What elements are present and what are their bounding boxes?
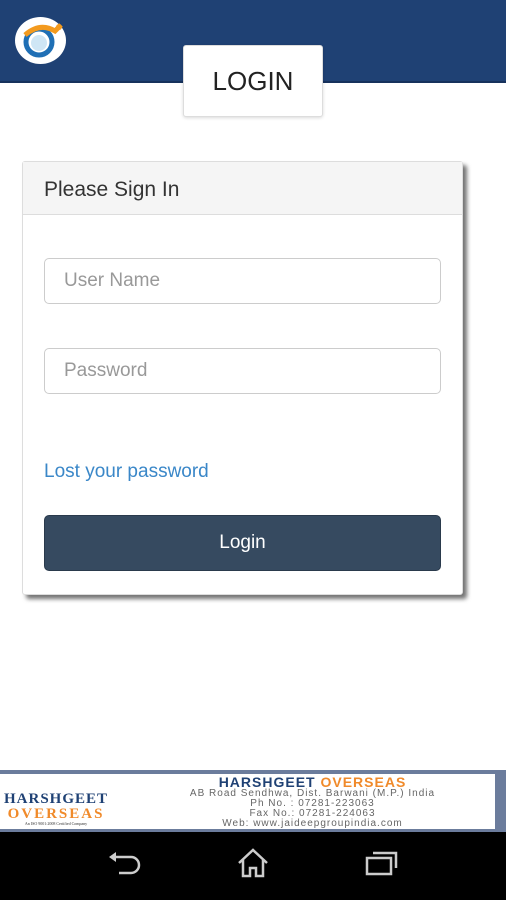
sign-in-panel: Please Sign In Lost your password Login [22,161,463,595]
home-icon[interactable] [236,847,270,885]
username-input[interactable] [44,258,441,304]
back-icon[interactable] [107,850,141,882]
banner-logo: HARSHGEET OVERSEAS An ISO 9001:2008 Cert… [4,791,109,826]
company-logo [15,17,66,64]
banner-company-name: HARSHGEET OVERSEAS [218,774,407,790]
login-button[interactable]: Login [44,515,441,571]
recents-icon[interactable] [365,850,399,883]
system-nav-bar [0,832,506,900]
tab-login[interactable]: LOGIN [183,45,323,117]
company-banner: HARSHGEET OVERSEAS An ISO 9001:2008 Cert… [0,770,506,832]
password-input[interactable] [44,348,441,394]
panel-title: Please Sign In [23,162,462,215]
lost-password-link[interactable]: Lost your password [44,461,209,483]
banner-web: Web: www.jaideepgroupindia.com [222,818,403,829]
